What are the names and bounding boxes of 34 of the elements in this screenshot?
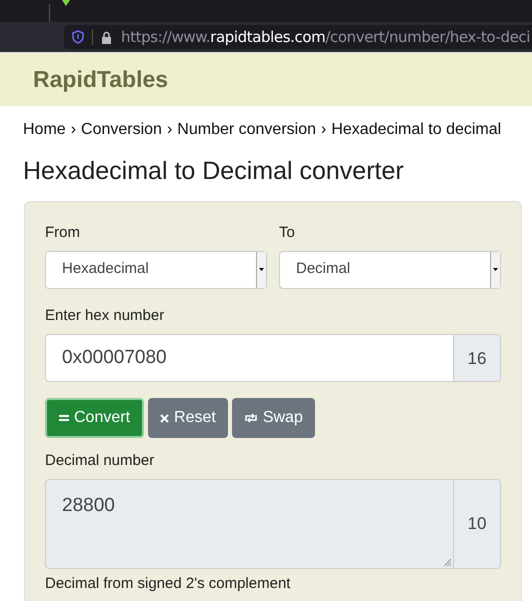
close-icon	[160, 414, 170, 422]
from-select[interactable]: Hexadecimal	[45, 250, 267, 288]
lock-icon	[101, 30, 112, 44]
breadcrumb-separator: ›	[321, 120, 326, 140]
to-select[interactable]: Decimal	[279, 250, 501, 288]
caret-icon	[259, 268, 264, 271]
reset-button[interactable]: Reset	[148, 398, 228, 438]
field-label: To	[279, 223, 296, 243]
site-logo[interactable]: RapidTables	[33, 62, 168, 97]
page-heading: Hexadecimal to Decimal converter	[23, 156, 405, 187]
caret-icon	[493, 268, 498, 271]
result-field: 28800	[45, 478, 454, 568]
breadcrumb-link[interactable]: Home	[23, 118, 66, 142]
field-label: Decimal number	[45, 451, 156, 471]
breadcrumb-separator: ›	[70, 120, 76, 140]
base-addon: 10	[454, 478, 501, 568]
tab-favicon-icon	[60, 0, 72, 8]
address-bar[interactable]: https://www.rapidtables.com/convert/number/hex-to-deci	[64, 25, 532, 49]
shield-icon	[72, 30, 84, 44]
breadcrumb-link[interactable]: Number conversion	[177, 118, 316, 142]
field-label: Enter hex number	[45, 306, 166, 326]
equals-icon	[59, 414, 69, 422]
field-label: Decimal from signed 2's complement	[45, 574, 292, 592]
breadcrumb-link[interactable]: Conversion	[81, 118, 162, 142]
field-label: From	[45, 223, 81, 243]
breadcrumb-link[interactable]: Hexadecimal to decimal	[331, 118, 502, 142]
convert-button[interactable]: Convert	[45, 398, 144, 438]
swap-icon	[244, 413, 258, 423]
base-addon: 16	[454, 334, 501, 382]
url-text: https://www.rapidtables.com/convert/number/hex-to-deci	[121, 26, 530, 48]
hex-input-field[interactable]: 0x00007080	[45, 334, 454, 382]
resize-grip-icon	[443, 558, 451, 566]
swap-button[interactable]: Swap	[232, 398, 315, 438]
breadcrumb-separator: ›	[166, 120, 172, 140]
